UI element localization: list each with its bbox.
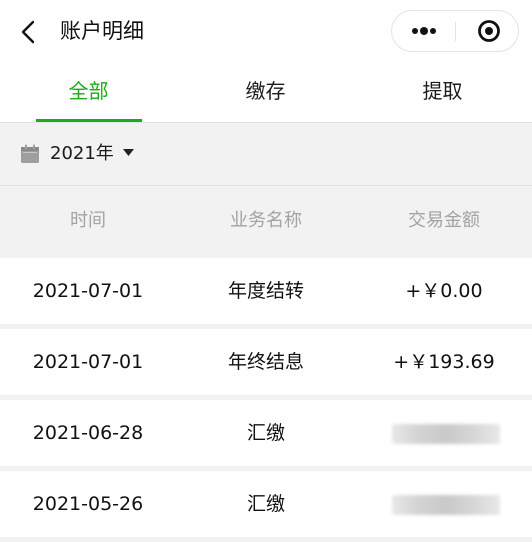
active-tab-indicator xyxy=(36,119,142,122)
more-button[interactable] xyxy=(392,11,455,51)
page-title: 账户明细 xyxy=(60,19,144,43)
year-filter[interactable]: 2021年 xyxy=(0,123,532,186)
row-business: 年度结转 xyxy=(227,280,304,302)
tab-all[interactable]: 全部 xyxy=(0,62,177,122)
tab-bar: 全部 缴存 提取 xyxy=(0,62,532,123)
row-business: 汇缴 xyxy=(246,493,285,515)
row-date: 2021-05-26 xyxy=(32,493,144,515)
row-amount: +￥193.69 xyxy=(393,351,495,373)
calendar-icon xyxy=(21,144,39,163)
redacted-amount xyxy=(392,495,500,515)
chevron-left-icon xyxy=(21,20,35,44)
redacted-amount xyxy=(392,424,500,444)
table-row[interactable]: 2021-06-28 汇缴 xyxy=(0,400,532,466)
header-amount: 交易金额 xyxy=(408,210,480,231)
row-date: 2021-07-01 xyxy=(32,280,144,302)
row-business: 汇缴 xyxy=(246,422,285,444)
more-dots-icon xyxy=(412,27,436,35)
table-header: 时间 业务名称 交易金额 xyxy=(0,186,532,256)
navigation-bar: 账户明细 xyxy=(0,0,532,62)
back-button[interactable] xyxy=(16,19,42,45)
table-row[interactable]: 2021-07-01 年终结息 +￥193.69 xyxy=(0,329,532,395)
tab-withdraw[interactable]: 提取 xyxy=(354,62,531,122)
tab-deposit[interactable]: 缴存 xyxy=(177,62,354,122)
table-row[interactable]: 2021-05-26 汇缴 xyxy=(0,471,532,537)
row-amount: +￥0.00 xyxy=(405,280,483,302)
row-business: 年终结息 xyxy=(227,351,304,373)
year-label: 2021年 xyxy=(50,143,114,164)
table-row[interactable]: 2021-07-01 年度结转 +￥0.00 xyxy=(0,258,532,324)
mini-program-capsule xyxy=(391,10,519,52)
caret-down-icon xyxy=(123,149,134,156)
header-business-name: 业务名称 xyxy=(230,210,302,231)
row-date: 2021-07-01 xyxy=(32,351,144,373)
header-time: 时间 xyxy=(70,210,106,231)
target-close-icon xyxy=(478,20,500,42)
row-date: 2021-06-28 xyxy=(32,422,144,444)
close-button[interactable] xyxy=(456,11,518,51)
